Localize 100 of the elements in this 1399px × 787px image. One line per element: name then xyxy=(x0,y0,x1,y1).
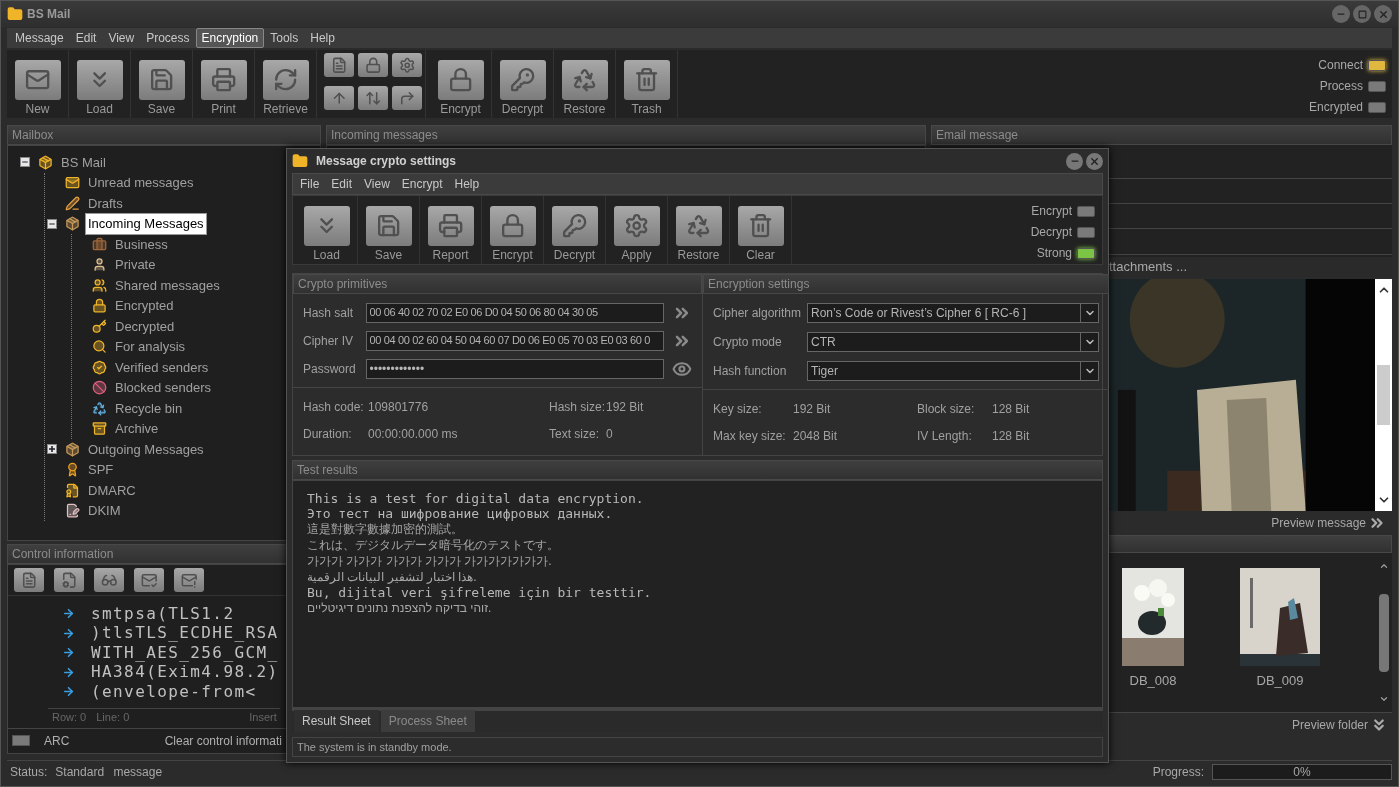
recycle-icon xyxy=(675,206,722,246)
input-field[interactable]: 00 06 40 02 70 02 E0 06 D0 04 50 06 80 04 30 05 xyxy=(366,302,665,323)
minimize-button[interactable] xyxy=(1066,152,1083,170)
tree-item[interactable]: Private xyxy=(112,254,159,276)
tree-item[interactable]: Incoming Messages xyxy=(85,213,207,235)
tree-item[interactable]: Business xyxy=(112,233,171,255)
toolbar-button[interactable]: Decrypt xyxy=(492,50,554,118)
toolbar-button[interactable]: Clear xyxy=(730,196,792,264)
maximize-button[interactable] xyxy=(1353,5,1371,23)
tree-item[interactable]: Blocked senders xyxy=(112,377,215,399)
tree-item[interactable]: Verified senders xyxy=(112,356,212,378)
badge-icon xyxy=(92,359,107,375)
sheet-tab[interactable]: Process Sheet xyxy=(380,710,475,732)
scrollbar[interactable] xyxy=(1375,279,1392,511)
tree-item[interactable]: Recycle bin xyxy=(112,397,186,419)
arrow-icon xyxy=(62,626,75,640)
printer-icon xyxy=(427,206,474,246)
dropdown[interactable]: Tiger xyxy=(807,360,1099,381)
toolbar-button[interactable]: Report xyxy=(420,196,482,264)
tree-item[interactable]: Unread messages xyxy=(85,172,197,194)
scroll-down-icon xyxy=(1378,694,1389,704)
archive-icon xyxy=(92,421,107,437)
input-field[interactable]: 00 04 00 02 60 04 50 04 60 07 D0 06 E0 05 70 03 E0 03 60 0 xyxy=(366,330,665,351)
toolbar-button[interactable]: Retrieve xyxy=(255,50,317,118)
key-icon xyxy=(499,60,546,100)
menu-item[interactable]: Edit xyxy=(69,28,103,48)
menu-item[interactable]: Help xyxy=(304,28,341,48)
load-icon xyxy=(303,206,350,246)
collapse-toggle[interactable] xyxy=(20,157,30,168)
forbidden-icon xyxy=(92,380,107,396)
key-icon xyxy=(551,206,598,246)
menu-item[interactable]: Tools xyxy=(264,28,305,48)
magnifier-icon xyxy=(92,339,107,355)
tree-item[interactable]: SPF xyxy=(85,459,117,481)
toolbar-button[interactable]: Load xyxy=(69,50,131,118)
document-icon xyxy=(324,53,354,77)
expand-toggle[interactable] xyxy=(47,444,57,455)
minimize-button[interactable] xyxy=(1332,5,1350,23)
tree-item[interactable]: Decrypted xyxy=(112,315,178,337)
scroll-up-icon xyxy=(1378,561,1389,571)
close-button[interactable] xyxy=(1374,5,1392,23)
toolbar-button[interactable]: Save xyxy=(131,50,193,118)
menu-item[interactable]: Process xyxy=(140,28,196,48)
tree-item[interactable]: For analysis xyxy=(112,336,189,358)
window-title: BS Mail xyxy=(27,6,71,23)
progress-label: Progress: xyxy=(1152,763,1204,781)
toolbar-button[interactable]: Restore xyxy=(554,50,616,118)
tree-item[interactable]: Archive xyxy=(112,418,162,440)
menu-item[interactable]: Message xyxy=(9,28,70,48)
toolbar-button[interactable]: Load xyxy=(296,196,358,264)
padlock-icon xyxy=(437,60,484,100)
menu-item[interactable]: View xyxy=(102,28,141,48)
scroll-thumb[interactable] xyxy=(1378,593,1389,672)
indicator-label: Connect xyxy=(1318,57,1363,74)
clear-link[interactable]: Clear control informati xyxy=(164,731,282,750)
toolbar-button[interactable]: Save xyxy=(358,196,420,264)
dropdown[interactable]: CTR xyxy=(807,331,1099,352)
menu-item[interactable]: Help xyxy=(449,175,485,193)
sheet-tab[interactable]: Result Sheet xyxy=(294,710,379,732)
preview-message-link[interactable]: Preview message xyxy=(1271,514,1366,532)
recycle-icon xyxy=(561,60,608,100)
preview-folder-link[interactable]: Preview folder xyxy=(1291,716,1368,734)
toolbar-button[interactable]: Trash xyxy=(616,50,678,118)
toolbar-button[interactable]: Encrypt xyxy=(430,50,492,118)
certificate-icon xyxy=(65,503,80,519)
tree-item[interactable]: Encrypted xyxy=(112,295,177,317)
close-button[interactable] xyxy=(1086,152,1103,170)
tree-item[interactable]: Shared messages xyxy=(112,274,223,296)
envelope-icon xyxy=(65,175,80,191)
panel-title: Email message xyxy=(931,125,1392,145)
scroll-thumb[interactable] xyxy=(1377,365,1390,425)
glasses-icon xyxy=(94,568,124,592)
collapse-toggle[interactable] xyxy=(47,218,57,229)
dropdown[interactable]: Ron’s Code or Rivest’s Cipher 6 [ RC-6 ] xyxy=(807,302,1099,323)
toolbar-button[interactable]: Restore xyxy=(668,196,730,264)
menu-item[interactable]: View xyxy=(359,175,395,193)
recycle-icon xyxy=(92,400,107,416)
indicator-label: Encrypt xyxy=(1031,203,1072,220)
tree-item[interactable]: BS Mail xyxy=(58,151,109,173)
toolbar-button[interactable]: New xyxy=(7,50,69,118)
code-line: WITH_AES_256_GCM_ xyxy=(91,642,279,664)
panel-title: Encryption settings xyxy=(703,274,1109,294)
toolbar-button[interactable]: Apply xyxy=(606,196,668,264)
menu-item[interactable]: Encryption xyxy=(195,28,265,48)
tree-item[interactable]: Drafts xyxy=(85,192,126,214)
menu-item[interactable]: Edit xyxy=(326,175,358,193)
tree-item[interactable]: Outgoing Messages xyxy=(85,438,207,460)
menu-item[interactable]: File xyxy=(295,175,325,193)
printer-icon xyxy=(200,60,247,100)
toolbar-button[interactable]: Decrypt xyxy=(544,196,606,264)
maximize-icon xyxy=(1357,9,1367,19)
input-field[interactable]: ••••••••••••• xyxy=(366,358,665,379)
stat-value: 128 Bit xyxy=(992,401,1031,418)
menu-item[interactable]: Encrypt xyxy=(396,175,448,193)
thumbnail-caption: DB_009 xyxy=(1256,672,1304,690)
tree-item[interactable]: DKIM xyxy=(85,500,124,522)
toolbar-button[interactable]: Print xyxy=(193,50,255,118)
plus-icon xyxy=(48,445,56,454)
tree-item[interactable]: DMARC xyxy=(85,479,139,501)
toolbar-button[interactable]: Encrypt xyxy=(482,196,544,264)
